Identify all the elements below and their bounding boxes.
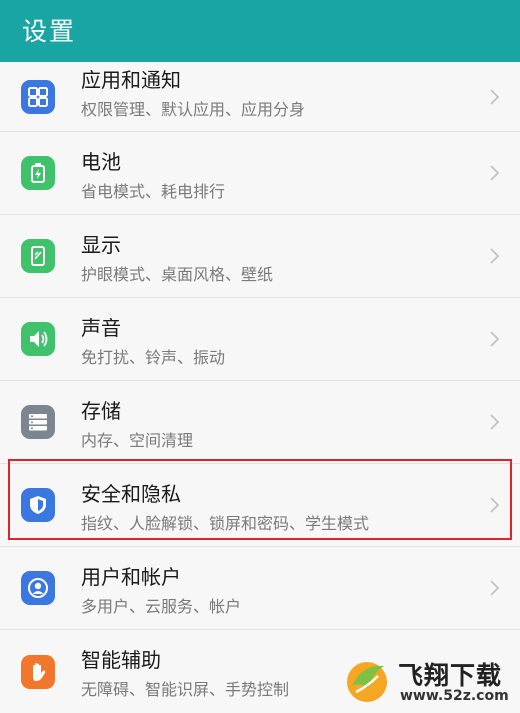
chevron-right-icon [486,248,502,264]
app-header: 设置 [0,0,520,62]
item-subtitle: 护眼模式、桌面风格、壁纸 [81,265,274,284]
settings-list: 应用和通知 权限管理、默认应用、应用分身 电池 省电模式、耗电排行 显示 护眼模… [0,62,520,713]
item-title: 存储 [81,399,121,423]
hand-icon [21,654,55,689]
settings-item-display[interactable]: 显示 护眼模式、桌面风格、壁纸 [0,215,520,298]
item-title: 智能辅助 [81,648,161,672]
item-title: 电池 [81,150,121,174]
item-subtitle: 指纹、人脸解锁、锁屏和密码、学生模式 [81,514,370,533]
item-title: 显示 [81,233,121,257]
chevron-right-icon [486,165,502,181]
storage-icon [21,405,55,439]
item-subtitle: 省电模式、耗电排行 [81,182,226,201]
item-title: 声音 [81,316,121,340]
watermark-logo-icon [347,662,387,702]
chevron-right-icon [486,331,502,347]
settings-item-users-accounts[interactable]: 用户和帐户 多用户、云服务、帐户 [0,547,520,630]
settings-item-battery[interactable]: 电池 省电模式、耗电排行 [0,132,520,215]
display-icon [21,239,55,273]
item-title: 应用和通知 [81,68,181,92]
speaker-icon [21,322,55,356]
user-icon [21,571,55,605]
shield-icon [21,488,55,522]
settings-item-security-privacy[interactable]: 安全和隐私 指纹、人脸解锁、锁屏和密码、学生模式 [0,464,520,547]
settings-item-sound[interactable]: 声音 免打扰、铃声、振动 [0,298,520,381]
item-title: 用户和帐户 [81,565,181,589]
chevron-right-icon [486,497,502,513]
settings-item-storage[interactable]: 存储 内存、空间清理 [0,381,520,464]
item-subtitle: 多用户、云服务、帐户 [81,597,242,616]
item-title: 安全和隐私 [81,482,181,506]
battery-icon [21,156,55,190]
watermark-url: www.52z.com [400,688,509,704]
chevron-right-icon [486,88,502,105]
page-title: 设置 [22,17,77,46]
chevron-right-icon [486,580,502,596]
settings-item-apps-notifications[interactable]: 应用和通知 权限管理、默认应用、应用分身 [0,62,520,132]
chevron-right-icon [486,414,502,430]
watermark: 飞翔下载 www.52z.com [342,654,518,710]
watermark-name: 飞翔下载 [398,661,503,690]
item-subtitle: 内存、空间清理 [81,431,194,450]
apps-grid-icon [21,79,55,114]
item-subtitle: 免打扰、铃声、振动 [81,348,226,367]
item-subtitle: 无障碍、智能识屏、手势控制 [81,680,290,699]
item-subtitle: 权限管理、默认应用、应用分身 [81,100,306,119]
